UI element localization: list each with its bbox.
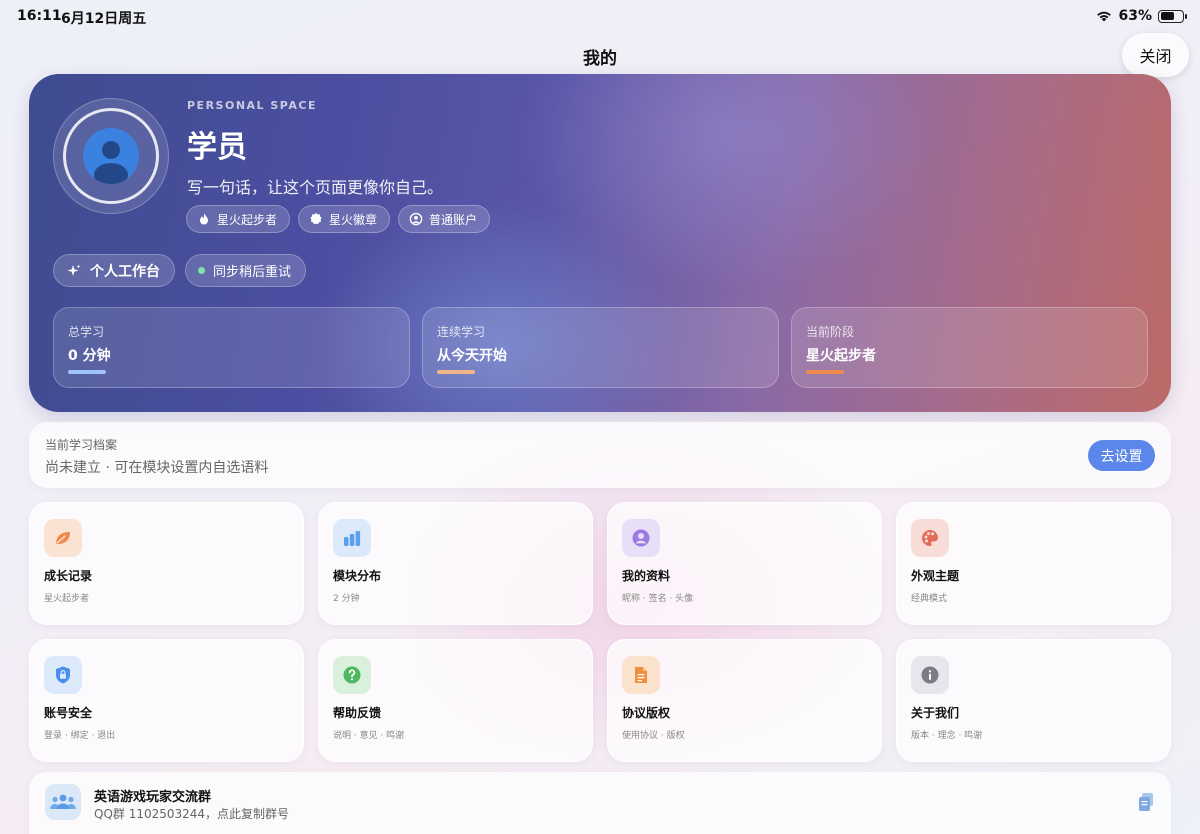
lock-icon — [56, 666, 70, 684]
stats-row: 总学习 0 分钟 连续学习 从今天开始 当前阶段 星火起步者 — [53, 307, 1148, 388]
tile-module-distribution[interactable]: 模块分布 2 分钟 — [318, 502, 593, 625]
palette-icon — [922, 530, 938, 546]
bar-chart-icon — [344, 531, 361, 546]
battery-percent: 63% — [1118, 8, 1152, 24]
tile-subtitle: 经典模式 — [911, 594, 948, 604]
stat-value: 星火起步者 — [806, 348, 876, 364]
hero-actions: 个人工作台 同步稍后重试 — [53, 254, 307, 287]
tile-subtitle: 昵称 · 签名 · 头像 — [622, 594, 694, 604]
community-group-card[interactable]: 英语游戏玩家交流群 QQ群 1102503244，点此复制群号 — [29, 772, 1171, 834]
tile-help-feedback[interactable]: 帮助反馈 说明 · 意见 · 鸣谢 — [318, 639, 593, 762]
tile-subtitle: 版本 · 理念 · 鸣谢 — [911, 731, 983, 741]
tile-icon-box — [333, 656, 371, 694]
user-bio[interactable]: 写一句话，让这个页面更像你自己。 — [187, 174, 443, 198]
hero-kicker: PERSONAL SPACE — [187, 99, 317, 112]
status-date: 6月12日周五 — [61, 11, 147, 27]
stat-total-study[interactable]: 总学习 0 分钟 — [53, 307, 410, 388]
group-subtitle: QQ群 1102503244，点此复制群号 — [94, 807, 290, 821]
tile-title: 帮助反馈 — [333, 706, 382, 720]
tile-title: 账号安全 — [44, 706, 93, 720]
chip-label: 普通账户 — [429, 212, 478, 227]
stat-bar — [437, 370, 475, 374]
tile-appearance-theme[interactable]: 外观主题 经典模式 — [896, 502, 1171, 625]
stat-streak[interactable]: 连续学习 从今天开始 — [422, 307, 779, 388]
tile-subtitle: 2 分钟 — [333, 594, 360, 604]
tile-my-profile[interactable]: 我的资料 昵称 · 签名 · 头像 — [607, 502, 882, 625]
copy-icon[interactable] — [1137, 792, 1155, 812]
stat-label: 连续学习 — [437, 325, 486, 339]
battery-fill — [1160, 12, 1174, 20]
badge-icon — [310, 213, 322, 225]
stat-stage[interactable]: 当前阶段 星火起步者 — [791, 307, 1148, 388]
go-settings-button[interactable]: 去设置 — [1088, 440, 1155, 471]
chip-account[interactable]: 普通账户 — [398, 205, 491, 233]
tile-subtitle: 说明 · 意见 · 鸣谢 — [333, 731, 405, 741]
stat-value: 0 分钟 — [68, 348, 111, 364]
sync-status-dot — [198, 267, 205, 274]
status-time: 16:11 — [17, 8, 62, 24]
tile-growth-record[interactable]: 成长记录 星火起步者 — [29, 502, 304, 625]
tile-icon-box — [44, 519, 82, 557]
stat-label: 总学习 — [68, 325, 105, 339]
tile-subtitle: 登录 · 绑定 · 退出 — [44, 731, 116, 741]
user-silhouette-icon — [94, 141, 128, 184]
chip-label: 星火起步者 — [217, 212, 278, 227]
workbench-button[interactable]: 个人工作台 — [53, 254, 175, 287]
tile-icon-box — [44, 656, 82, 694]
chip-rank[interactable]: 星火起步者 — [186, 205, 291, 233]
tile-title: 外观主题 — [911, 569, 960, 583]
tile-title: 我的资料 — [622, 569, 671, 583]
sync-label: 同步稍后重试 — [213, 265, 292, 280]
group-icon — [45, 784, 81, 820]
badge-chips: 星火起步者 星火徽章 普通账户 — [186, 205, 491, 233]
status-right: 63% — [1096, 8, 1187, 24]
chip-label: 星火徽章 — [329, 212, 378, 227]
person-icon — [632, 529, 650, 547]
question-icon — [343, 666, 361, 684]
info-icon — [921, 666, 939, 684]
document-icon — [635, 667, 647, 683]
chip-badge[interactable]: 星火徽章 — [298, 205, 391, 233]
wifi-icon — [1097, 11, 1112, 22]
leaf-icon — [56, 532, 70, 544]
page-title: 我的 — [583, 49, 617, 69]
battery-icon — [1158, 9, 1187, 23]
tile-account-security[interactable]: 账号安全 登录 · 绑定 · 退出 — [29, 639, 304, 762]
avatar[interactable] — [83, 128, 139, 184]
tile-about-us[interactable]: 关于我们 版本 · 理念 · 鸣谢 — [896, 639, 1171, 762]
tile-title: 成长记录 — [44, 569, 93, 583]
profile-hero-card: PERSONAL SPACE 学员 写一句话，让这个页面更像你自己。 星火起步者… — [29, 74, 1171, 412]
tile-icon-box — [622, 519, 660, 557]
stat-label: 当前阶段 — [806, 325, 855, 339]
learning-profile-card: 当前学习档案 尚未建立 · 可在模块设置内自选语料 去设置 — [29, 422, 1171, 488]
learning-profile-label: 当前学习档案 — [45, 438, 118, 452]
tile-icon-box — [333, 519, 371, 557]
stat-bar — [806, 370, 844, 374]
tile-icon-box — [622, 656, 660, 694]
tile-agreement-copyright[interactable]: 协议版权 使用协议 · 版权 — [607, 639, 882, 762]
learning-profile-value: 尚未建立 · 可在模块设置内自选语料 — [45, 460, 269, 476]
sparkle-icon — [67, 264, 81, 276]
tile-subtitle: 使用协议 · 版权 — [622, 731, 685, 741]
group-title: 英语游戏玩家交流群 — [94, 790, 212, 805]
stat-value: 从今天开始 — [437, 348, 507, 364]
account-icon — [409, 212, 423, 226]
tile-icon-box — [911, 519, 949, 557]
stat-bar — [68, 370, 106, 374]
tile-subtitle: 星火起步者 — [44, 594, 90, 604]
workbench-label: 个人工作台 — [90, 263, 160, 280]
tile-title: 关于我们 — [911, 706, 960, 720]
flame-icon — [200, 213, 208, 225]
tile-title: 模块分布 — [333, 569, 382, 583]
user-name: 学员 — [187, 130, 247, 165]
close-button[interactable]: 关闭 — [1122, 33, 1189, 77]
tile-icon-box — [911, 656, 949, 694]
sync-status[interactable]: 同步稍后重试 — [185, 254, 307, 287]
status-bar: 16:11 6月12日周五 63% — [0, 0, 1200, 34]
tile-title: 协议版权 — [622, 706, 671, 720]
